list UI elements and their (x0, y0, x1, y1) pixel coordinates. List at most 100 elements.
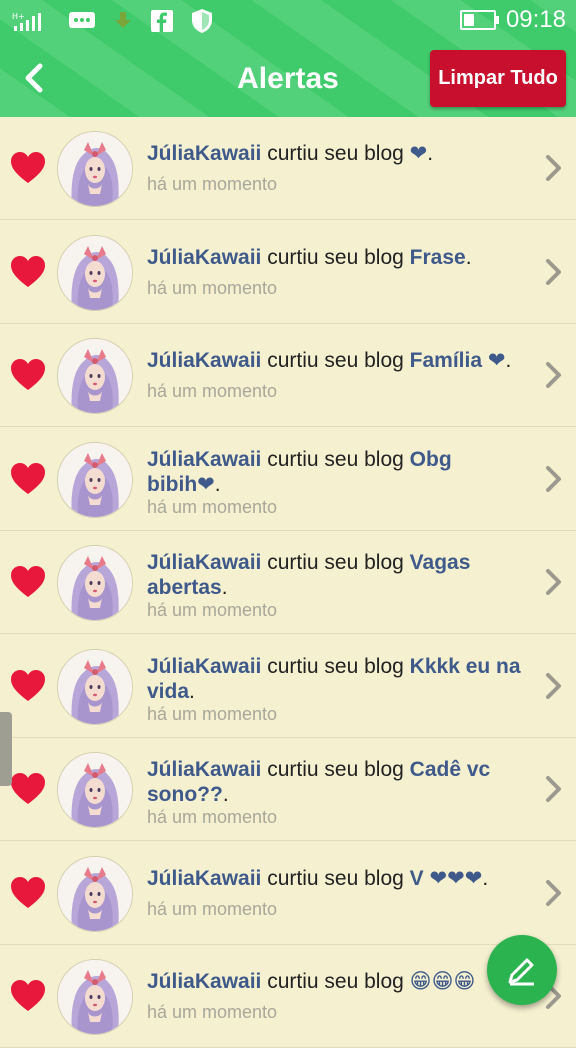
chevron-right-icon[interactable] (543, 878, 565, 908)
message-icon (68, 10, 96, 37)
alert-blog-title-continued[interactable]: abertas (147, 576, 222, 599)
heart-icon[interactable] (10, 772, 46, 806)
avatar[interactable] (57, 131, 133, 207)
facebook-icon (150, 9, 174, 38)
alert-punct: . (221, 576, 228, 599)
alert-blog-title[interactable]: Frase (410, 246, 466, 269)
avatar-girl-icon (58, 650, 132, 724)
alert-text: JúliaKawaii curtiu seu blog Vagas abertas… (147, 550, 535, 600)
alert-action: curtiu seu blog (267, 551, 404, 574)
avatar[interactable] (57, 649, 133, 725)
alert-punct: . (465, 246, 472, 269)
alert-row[interactable]: JúliaKawaii curtiu seu blog Frase. há um … (0, 221, 576, 324)
alert-punct: . (482, 867, 489, 890)
alert-blog-title[interactable]: Cadê vc (410, 758, 491, 781)
alert-time: há um momento (147, 381, 278, 401)
alert-blog-title[interactable]: 😁😁😁 (410, 970, 476, 993)
alert-blog-title[interactable]: Obg (410, 448, 452, 471)
alert-time: há um momento (147, 1002, 278, 1022)
alert-row[interactable]: JúliaKawaii curtiu seu blog Kkkk eu na vi… (0, 635, 576, 738)
chevron-right-icon[interactable] (543, 257, 565, 287)
alert-row[interactable]: JúliaKawaii curtiu seu blog Família ❤. há… (0, 324, 576, 427)
alert-user[interactable]: JúliaKawaii (147, 551, 261, 574)
chevron-right-icon[interactable] (543, 671, 565, 701)
alert-action: curtiu seu blog (267, 970, 404, 993)
heart-icon[interactable] (10, 565, 46, 599)
chevron-right-icon[interactable] (543, 360, 565, 390)
alert-time: há um momento (147, 174, 278, 194)
heart-icon[interactable] (10, 151, 46, 185)
alert-user[interactable]: JúliaKawaii (147, 758, 261, 781)
header: Alertas Limpar Tudo (0, 40, 576, 117)
chevron-right-icon[interactable] (543, 567, 565, 597)
alert-blog-title[interactable]: Família ❤ (410, 349, 506, 372)
avatar[interactable] (57, 856, 133, 932)
signal-icon: H+ (12, 10, 52, 37)
alert-text: JúliaKawaii curtiu seu blog V ❤❤❤. (147, 866, 535, 891)
avatar-girl-icon (58, 339, 132, 413)
alert-row[interactable]: JúliaKawaii curtiu seu blog Obg bibih❤. há… (0, 428, 576, 531)
chevron-right-icon[interactable] (543, 464, 565, 494)
heart-icon[interactable] (10, 669, 46, 703)
alert-blog-title[interactable]: ❤ (410, 142, 428, 165)
alert-punct: . (427, 142, 434, 165)
alert-row[interactable]: JúliaKawaii curtiu seu blog Vagas abertas… (0, 531, 576, 634)
status-time: 09:18 (505, 6, 566, 33)
alert-punct: . (222, 783, 229, 806)
avatar[interactable] (57, 442, 133, 518)
compose-button[interactable] (487, 935, 557, 1005)
battery-icon (459, 10, 499, 30)
alert-text: JúliaKawaii curtiu seu blog Kkkk eu na vi… (147, 654, 535, 704)
alert-user[interactable]: JúliaKawaii (147, 655, 261, 678)
alert-user[interactable]: JúliaKawaii (147, 867, 261, 890)
alert-blog-title[interactable]: Kkkk eu na (410, 655, 521, 678)
svg-text:H+: H+ (12, 12, 25, 21)
alert-action: curtiu seu blog (267, 142, 404, 165)
heart-icon[interactable] (10, 358, 46, 392)
alert-blog-title[interactable]: V ❤❤❤ (410, 867, 483, 890)
alert-text: JúliaKawaii curtiu seu blog Família ❤. (147, 348, 535, 373)
alert-blog-title-continued[interactable]: bibih❤ (147, 473, 215, 496)
avatar[interactable] (57, 545, 133, 621)
alert-punct: . (214, 473, 221, 496)
pencil-icon (508, 958, 534, 986)
alert-action: curtiu seu blog (267, 758, 404, 781)
heart-icon[interactable] (10, 979, 46, 1013)
avatar-girl-icon (58, 857, 132, 931)
alert-user[interactable]: JúliaKawaii (147, 448, 261, 471)
heart-icon[interactable] (10, 876, 46, 910)
alert-action: curtiu seu blog (267, 448, 404, 471)
alert-user[interactable]: JúliaKawaii (147, 246, 261, 269)
top-bar: H+ 09:18 Alertas Limpar Tudo (0, 0, 576, 117)
alert-blog-title-continued[interactable]: vida (147, 680, 189, 703)
alert-blog-title[interactable]: Vagas (410, 551, 471, 574)
chevron-right-icon[interactable] (543, 774, 565, 804)
alert-text: JúliaKawaii curtiu seu blog 😁😁😁 (147, 969, 535, 994)
avatar-girl-icon (58, 546, 132, 620)
alert-user[interactable]: JúliaKawaii (147, 970, 261, 993)
avatar-girl-icon (58, 236, 132, 310)
chevron-right-icon[interactable] (543, 153, 565, 183)
alert-punct: . (505, 349, 512, 372)
avatar[interactable] (57, 752, 133, 828)
avatar-girl-icon (58, 443, 132, 517)
alert-time: há um momento (147, 278, 278, 298)
avatar-girl-icon (58, 960, 132, 1034)
alert-row[interactable]: JúliaKawaii curtiu seu blog Cadê vc sono?… (0, 738, 576, 841)
alert-row[interactable]: JúliaKawaii curtiu seu blog V ❤❤❤. há um … (0, 842, 576, 945)
clear-all-button[interactable]: Limpar Tudo (430, 50, 566, 107)
alert-action: curtiu seu blog (267, 349, 404, 372)
avatar[interactable] (57, 235, 133, 311)
shield-icon (190, 8, 214, 39)
alert-action: curtiu seu blog (267, 655, 404, 678)
download-icon (112, 10, 134, 37)
alert-row[interactable]: JúliaKawaii curtiu seu blog ❤. há um mome… (0, 117, 576, 220)
alert-time: há um momento (147, 600, 278, 620)
alert-user[interactable]: JúliaKawaii (147, 349, 261, 372)
avatar[interactable] (57, 338, 133, 414)
heart-icon[interactable] (10, 462, 46, 496)
side-drawer-handle[interactable] (0, 712, 12, 786)
alert-blog-title-continued[interactable]: sono?? (147, 783, 223, 806)
heart-icon[interactable] (10, 255, 46, 289)
alert-user[interactable]: JúliaKawaii (147, 142, 261, 165)
